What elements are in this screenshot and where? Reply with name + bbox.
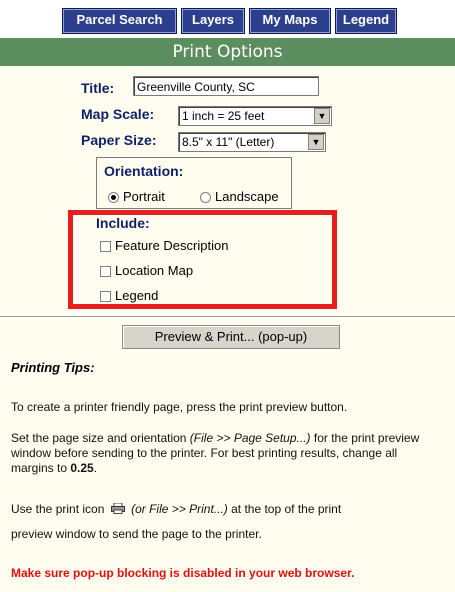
- paper-size-value: 8.5" x 11" (Letter): [182, 135, 275, 149]
- landscape-radio[interactable]: [200, 192, 211, 203]
- paper-size-label: Paper Size:: [81, 132, 157, 148]
- top-nav: Parcel Search Layers My Maps Legend: [0, 0, 455, 40]
- title-field[interactable]: Greenville County, SC: [133, 76, 319, 96]
- map-scale-select[interactable]: 1 inch = 25 feet ▼: [178, 106, 332, 126]
- divider: [0, 316, 455, 317]
- location-map-checkbox[interactable]: [100, 266, 111, 277]
- my-maps-button[interactable]: My Maps: [249, 8, 331, 34]
- printing-tips-heading: Printing Tips:: [11, 360, 95, 375]
- layers-button[interactable]: Layers: [181, 8, 245, 34]
- feature-description-checkbox[interactable]: [100, 241, 111, 252]
- preview-print-button[interactable]: Preview & Print... (pop-up): [122, 325, 340, 349]
- map-scale-value: 1 inch = 25 feet: [182, 109, 265, 123]
- feature-description-label: Feature Description: [115, 238, 229, 253]
- portrait-radio[interactable]: [108, 192, 119, 203]
- tip-paragraph-1: To create a printer friendly page, press…: [11, 400, 348, 414]
- orientation-label: Orientation:: [104, 163, 184, 179]
- landscape-label: Landscape: [215, 189, 279, 204]
- tip2-bold: 0.25: [70, 461, 94, 475]
- legend-checkbox[interactable]: [100, 291, 111, 302]
- chevron-down-icon[interactable]: ▼: [308, 134, 324, 150]
- tip-paragraph-3-line2: preview window to send the page to the p…: [11, 527, 262, 541]
- tip2-italic: (File >> Page Setup...): [189, 431, 311, 445]
- tip-paragraph-3: Use the print icon (or File >> Print...)…: [11, 502, 443, 517]
- map-scale-label: Map Scale:: [81, 106, 155, 122]
- tip-paragraph-2: Set the page size and orientation (File …: [11, 431, 443, 476]
- portrait-label: Portrait: [123, 189, 165, 204]
- legend-button[interactable]: Legend: [335, 8, 397, 34]
- tip2-end: .: [93, 461, 98, 475]
- paper-size-select[interactable]: 8.5" x 11" (Letter) ▼: [178, 132, 326, 152]
- tip2-text-a: Set the page size and orientation: [11, 431, 190, 445]
- title-label: Title:: [81, 80, 115, 96]
- chevron-down-icon[interactable]: ▼: [314, 108, 330, 124]
- printer-icon: [110, 502, 125, 514]
- page-title: Print Options: [0, 38, 455, 66]
- location-map-label: Location Map: [115, 263, 194, 278]
- tip3-text-b: at the top of the print: [227, 502, 342, 516]
- legend-label: Legend: [115, 288, 159, 303]
- parcel-search-button[interactable]: Parcel Search: [62, 8, 177, 34]
- include-label: Include:: [96, 215, 150, 231]
- popup-warning: Make sure pop-up blocking is disabled in…: [11, 566, 355, 580]
- tip3-text-a: Use the print icon: [11, 502, 105, 516]
- tip3-italic: (or File >> Print...): [131, 502, 228, 516]
